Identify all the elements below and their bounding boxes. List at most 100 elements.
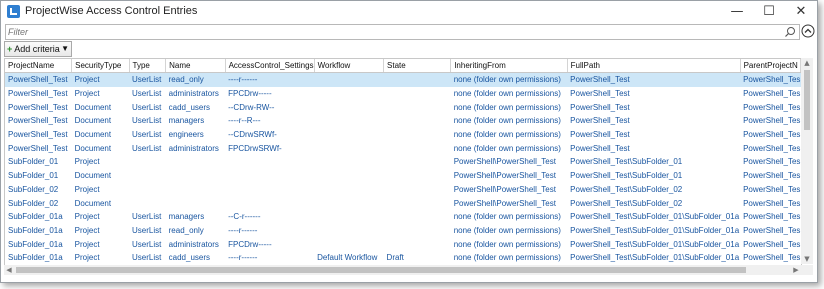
table-cell: PowerShell_Test xyxy=(570,130,630,140)
table-cell: PowerShell_Tes xyxy=(743,212,801,222)
table-cell: administrators xyxy=(168,143,219,153)
table-cell xyxy=(166,155,225,169)
table-row[interactable]: SubFolder_02 Project PowerShell\PowerShell… xyxy=(5,183,801,197)
table-cell xyxy=(129,183,166,197)
table-cell xyxy=(384,169,451,183)
table-cell: UserList xyxy=(132,143,162,153)
table-row[interactable]: PowerShell_Test Project UserList read_only -… xyxy=(5,72,801,87)
add-criteria-button[interactable]: + Add criteria ▼ xyxy=(4,41,72,57)
table-cell: SubFolder_01a xyxy=(8,253,63,263)
vertical-scroll-thumb[interactable] xyxy=(804,70,810,130)
column-header[interactable]: ProjectName xyxy=(5,59,73,73)
table-row[interactable]: SubFolder_01 Document PowerShell\PowerShel… xyxy=(5,169,801,183)
scroll-right-icon[interactable]: ▶ xyxy=(791,265,801,275)
table-cell xyxy=(314,141,383,155)
table-row[interactable]: SubFolder_01a Project UserList read_only ---… xyxy=(5,224,801,238)
table-cell: Project xyxy=(74,253,100,263)
table-cell: Project xyxy=(74,184,100,194)
table-cell: PowerShell_Test\SubFolder_01 xyxy=(570,171,683,181)
table-cell: ----r------ xyxy=(228,253,258,263)
table-cell: PowerShell_Test\SubFolder_01\SubFolder_0… xyxy=(570,212,740,222)
table-cell: Project xyxy=(74,212,100,222)
table-cell: administrators xyxy=(168,239,219,249)
table-cell: PowerShell_Tes xyxy=(743,239,801,249)
table-cell: UserList xyxy=(129,72,166,87)
table-cell: none (folder own permissions) xyxy=(453,212,561,222)
column-header[interactable]: SecurityType xyxy=(71,59,130,73)
table-cell xyxy=(384,155,451,169)
table-row[interactable]: SubFolder_02 Document PowerShell\PowerShel… xyxy=(5,196,801,210)
table-cell: PowerShell_Test xyxy=(8,89,68,99)
table-cell: PowerShell_Test xyxy=(8,130,68,140)
filter-bar xyxy=(5,24,800,40)
table-cell xyxy=(225,155,314,169)
scroll-down-icon[interactable]: ▼ xyxy=(801,254,813,264)
vertical-scrollbar[interactable]: ▲ ▼ xyxy=(801,58,813,264)
maximize-button[interactable]: ☐ xyxy=(753,1,785,23)
table-cell xyxy=(314,196,383,210)
table-cell: read_only xyxy=(165,72,226,87)
table-row[interactable]: PowerShell_Test Project UserList administra… xyxy=(5,87,801,101)
table-cell: PowerShell_Tes xyxy=(743,184,801,194)
table-row[interactable]: SubFolder_01a Project UserList managers --C-… xyxy=(5,210,801,224)
table-cell: none (folder own permissions) xyxy=(453,89,561,99)
horizontal-scroll-thumb[interactable] xyxy=(16,267,746,273)
table-cell: --C-r------ xyxy=(228,212,261,222)
table-cell: PowerShell_Test\SubFolder_02 xyxy=(570,198,683,208)
table-cell: PowerShell_Tes xyxy=(740,72,801,87)
main-window: ProjectWise Access Control Entries — ☐ ✕… xyxy=(0,0,818,283)
column-header[interactable]: Name xyxy=(165,59,226,73)
filter-input[interactable] xyxy=(8,25,778,39)
table-cell: FPCDrw----- xyxy=(228,239,272,249)
column-header[interactable]: Workflow xyxy=(314,59,385,73)
table-row[interactable]: SubFolder_01a Project UserList administrato… xyxy=(5,237,801,251)
table-cell: Document xyxy=(74,198,112,208)
table-cell: SubFolder_01a xyxy=(8,239,63,249)
column-header[interactable]: Type xyxy=(129,59,167,73)
table-cell: none (folder own permissions) xyxy=(453,239,561,249)
table-cell: none (folder own permissions) xyxy=(453,143,561,153)
data-grid: ProjectName SecurityType Type Name AccessCon… xyxy=(4,58,802,266)
table-cell xyxy=(384,224,451,238)
table-row[interactable]: PowerShell_Test Document UserList administr… xyxy=(5,141,801,155)
table-row[interactable]: SubFolder_01a Project UserList cadd_users --… xyxy=(5,251,801,265)
table-cell: PowerShell_Test xyxy=(567,72,741,87)
table-cell xyxy=(314,128,383,142)
table-row[interactable]: PowerShell_Test Document UserList managers -… xyxy=(5,114,801,128)
table-cell: Document xyxy=(74,116,112,126)
table-cell: UserList xyxy=(132,116,162,126)
table-cell: SubFolder_02 xyxy=(8,198,59,208)
scroll-left-icon[interactable]: ◀ xyxy=(4,265,14,275)
table-cell xyxy=(129,196,166,210)
table-cell: UserList xyxy=(132,102,162,112)
table-row[interactable]: SubFolder_01 Project PowerShell\PowerShell… xyxy=(5,155,801,169)
scroll-up-icon[interactable]: ▲ xyxy=(801,58,813,68)
table-cell: PowerShell_Tes xyxy=(743,225,801,235)
column-header[interactable]: ParentProjectN xyxy=(740,59,801,73)
column-header[interactable]: State xyxy=(383,59,452,73)
table-cell xyxy=(384,87,451,101)
column-header[interactable]: AccessControl_Settings xyxy=(225,59,315,73)
table-cell xyxy=(314,237,383,251)
close-button[interactable]: ✕ xyxy=(785,1,817,23)
table-cell xyxy=(384,141,451,155)
table-cell: none (folder own permissions) xyxy=(453,130,561,140)
table-cell xyxy=(166,196,225,210)
table-cell xyxy=(314,114,383,128)
column-header[interactable]: InheritingFrom xyxy=(450,59,568,73)
table-cell: UserList xyxy=(132,225,162,235)
table-row[interactable]: PowerShell_Test Document UserList engineers… xyxy=(5,128,801,142)
table-cell xyxy=(314,72,384,87)
table-cell: PowerShell_Test xyxy=(8,116,68,126)
horizontal-scrollbar[interactable]: ◀ ▶ xyxy=(4,265,801,275)
table-cell: --CDrw-RW-- xyxy=(228,102,275,112)
search-icon[interactable] xyxy=(784,26,796,38)
table-cell xyxy=(129,155,166,169)
column-header[interactable]: FullPath xyxy=(567,59,741,73)
table-cell xyxy=(314,87,383,101)
collapse-toggle-icon[interactable] xyxy=(801,24,815,38)
table-cell xyxy=(225,169,314,183)
minimize-button[interactable]: — xyxy=(721,1,753,23)
title-bar[interactable]: ProjectWise Access Control Entries — ☐ ✕ xyxy=(1,1,817,23)
table-row[interactable]: PowerShell_Test Document UserList cadd_user… xyxy=(5,100,801,114)
